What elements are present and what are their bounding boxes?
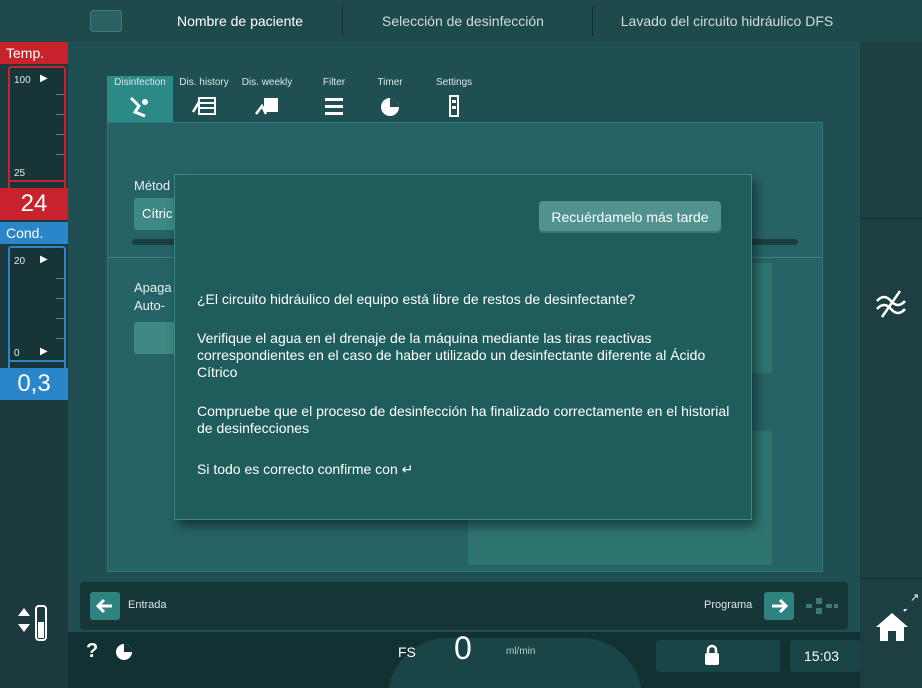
- temp-max-label: 100: [14, 75, 31, 86]
- temp-title: Temp.: [0, 42, 68, 64]
- temp-max-marker-icon: ▶: [40, 73, 48, 84]
- flow-value: 0: [454, 630, 472, 666]
- tab-dis-history-label: Dis. history: [179, 77, 229, 88]
- time-panel: 15:03: [790, 640, 860, 672]
- help-icon[interactable]: ?: [86, 640, 98, 663]
- monitor-icon[interactable]: [90, 10, 122, 32]
- tab-timer[interactable]: Timer: [370, 76, 410, 122]
- expand-arrow-icon: ↗: [910, 592, 920, 604]
- gauge-tick: [56, 318, 64, 319]
- cond-max-marker-icon: ▶: [40, 254, 48, 265]
- back-label: Entrada: [128, 599, 167, 611]
- filter-icon: [321, 94, 347, 118]
- tab-disinfection[interactable]: Disinfection: [107, 76, 173, 122]
- arrow-left-icon: [95, 598, 112, 614]
- header-separator: [342, 6, 343, 36]
- tab-disinfection-label: Disinfection: [114, 77, 166, 88]
- sequence-icon: [804, 596, 840, 616]
- tab-dis-history[interactable]: Dis. history: [173, 76, 235, 122]
- method-label: Métod: [134, 178, 171, 193]
- temp-level-bar: [10, 180, 64, 182]
- gauge-tick: [56, 298, 64, 299]
- dialog-instruction-history: Compruebe que el proceso de desinfección…: [197, 403, 730, 436]
- mode-label: FS: [398, 644, 416, 660]
- cond-level-bar: [10, 360, 64, 362]
- back-button[interactable]: [90, 592, 120, 620]
- lock-icon[interactable]: [702, 644, 722, 666]
- timer-icon: [377, 94, 403, 118]
- header-tab-patient-name[interactable]: Nombre de paciente: [150, 0, 330, 42]
- shutdown-label: Apaga: [134, 280, 172, 295]
- home-panel: ↗: [860, 578, 922, 688]
- confirmation-dialog: Recuérdamelo más tarde ¿El circuito hidr…: [174, 174, 752, 520]
- gauge-tick: [56, 154, 64, 155]
- temp-min-label: 25: [14, 168, 26, 179]
- disinfection-icon: [127, 94, 153, 118]
- lock-panel: [656, 640, 780, 672]
- tab-settings-label: Settings: [436, 77, 473, 88]
- tab-filter-label: Filter: [322, 77, 346, 88]
- arrow-right-icon: [772, 598, 789, 614]
- cond-min-label: 0: [14, 348, 20, 359]
- temp-value: 24: [0, 188, 68, 220]
- history-icon: [191, 94, 217, 118]
- level-adjust-icon[interactable]: [10, 602, 58, 646]
- cond-max-label: 20: [14, 256, 26, 267]
- settings-icon: [441, 94, 467, 118]
- gauge-tick: [56, 94, 64, 95]
- cond-min-marker-icon: ▶: [40, 346, 48, 357]
- header-separator: [592, 6, 593, 36]
- header-tab-disinfection-selection[interactable]: Selección de desinfección: [352, 0, 574, 42]
- auto-label: Auto-: [134, 298, 166, 313]
- gauge-tick: [56, 278, 64, 279]
- cond-value: 0,3: [0, 368, 68, 400]
- dialog-instruction-test-strips: Verifique el agua en el drenaje de la má…: [197, 330, 706, 380]
- navigation-strip: Entrada Programa: [80, 582, 848, 630]
- forward-button[interactable]: [764, 592, 794, 620]
- home-icon[interactable]: [874, 606, 910, 645]
- gauge-tick: [56, 114, 64, 115]
- clock-time: 15:03: [804, 648, 840, 664]
- gauge-tick: [56, 134, 64, 135]
- remind-later-button[interactable]: Recuérdamelo más tarde: [539, 201, 721, 233]
- right-control-column: ↗: [860, 42, 922, 688]
- tab-settings[interactable]: Settings: [436, 76, 472, 122]
- left-gauge-column: Temp. 100 ▶ 25 24 Cond. 20 ▶ 0 ▶ 0,3: [0, 42, 68, 688]
- tab-dis-weekly[interactable]: Dis. weekly: [236, 76, 298, 122]
- method-value: Cítric: [142, 206, 173, 221]
- header-tab-dfs-rinse[interactable]: Lavado del circuito hidráulico DFS: [596, 0, 858, 42]
- top-header-bar: Nombre de paciente Selección de desinfec…: [0, 0, 922, 42]
- bypass-icon[interactable]: [874, 289, 908, 319]
- bypass-panel: [860, 218, 922, 398]
- dialog-question: ¿El circuito hidráulico del equipo está …: [197, 291, 636, 307]
- dialog-confirm-text: Si todo es correcto confirme con ↵: [197, 461, 414, 477]
- flow-unit: ml/min: [506, 646, 536, 657]
- tab-filter[interactable]: Filter: [314, 76, 354, 122]
- clock-icon[interactable]: [114, 642, 134, 662]
- status-bar: ? FS 0 ml/min 15:03: [68, 630, 860, 688]
- gauge-tick: [56, 338, 64, 339]
- weekly-icon: [254, 94, 280, 118]
- tab-timer-label: Timer: [377, 77, 403, 88]
- forward-label: Programa: [704, 599, 753, 611]
- cond-title: Cond.: [0, 222, 68, 244]
- tab-dis-weekly-label: Dis. weekly: [241, 77, 293, 88]
